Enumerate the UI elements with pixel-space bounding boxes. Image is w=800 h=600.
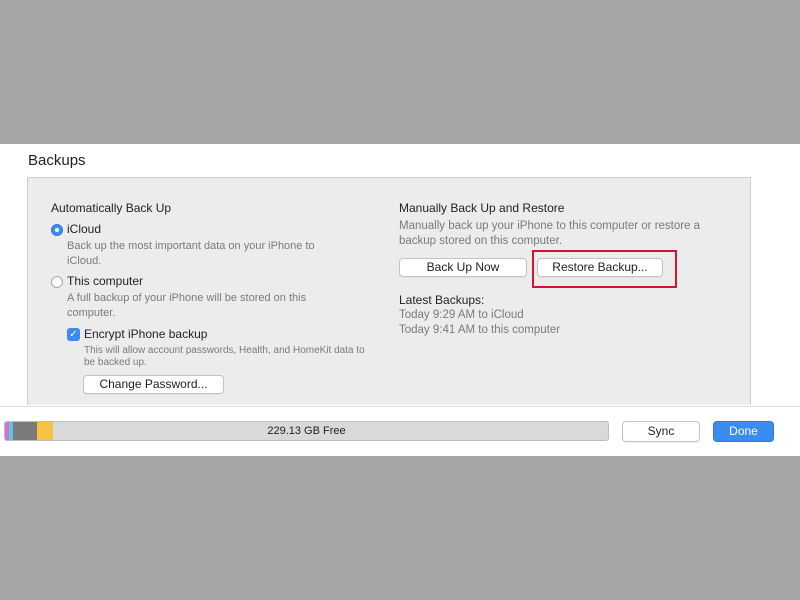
- icloud-desc-line1: Back up the most important data on your …: [67, 240, 315, 252]
- sync-button[interactable]: Sync: [622, 421, 700, 442]
- section-title: Backups: [28, 152, 86, 169]
- latest-backups-heading: Latest Backups:: [399, 293, 485, 307]
- encrypt-desc-line2: be backed up.: [84, 357, 147, 368]
- latest-backup-icloud: Today 9:29 AM to iCloud: [399, 309, 524, 321]
- icloud-label[interactable]: iCloud: [67, 222, 101, 236]
- this-computer-label[interactable]: This computer: [67, 274, 143, 288]
- change-password-button[interactable]: Change Password...: [83, 375, 224, 394]
- done-button[interactable]: Done: [713, 421, 774, 442]
- back-up-now-button[interactable]: Back Up Now: [399, 258, 527, 277]
- manual-desc-line1: Manually back up your iPhone to this com…: [399, 220, 701, 232]
- encrypt-label[interactable]: Encrypt iPhone backup: [84, 327, 207, 341]
- restore-highlight-box: [532, 250, 677, 288]
- computer-desc-line1: A full backup of your iPhone will be sto…: [67, 292, 307, 304]
- computer-desc-line2: computer.: [67, 307, 116, 319]
- icloud-radio[interactable]: [51, 224, 63, 236]
- checkmark-icon: ✓: [69, 329, 78, 340]
- storage-bar: 229.13 GB Free: [4, 421, 609, 441]
- footer-bar: 229.13 GB Free Sync Done: [0, 406, 800, 456]
- icloud-desc-line2: iCloud.: [67, 255, 102, 267]
- auto-backup-heading: Automatically Back Up: [51, 201, 172, 215]
- storage-free-text: 229.13 GB Free: [267, 425, 346, 437]
- latest-backup-computer: Today 9:41 AM to this computer: [399, 324, 561, 336]
- this-computer-radio[interactable]: [51, 276, 63, 288]
- manual-backup-heading: Manually Back Up and Restore: [399, 201, 565, 215]
- manual-desc-line2: backup stored on this computer.: [399, 235, 563, 247]
- encrypt-checkbox[interactable]: ✓: [67, 328, 80, 341]
